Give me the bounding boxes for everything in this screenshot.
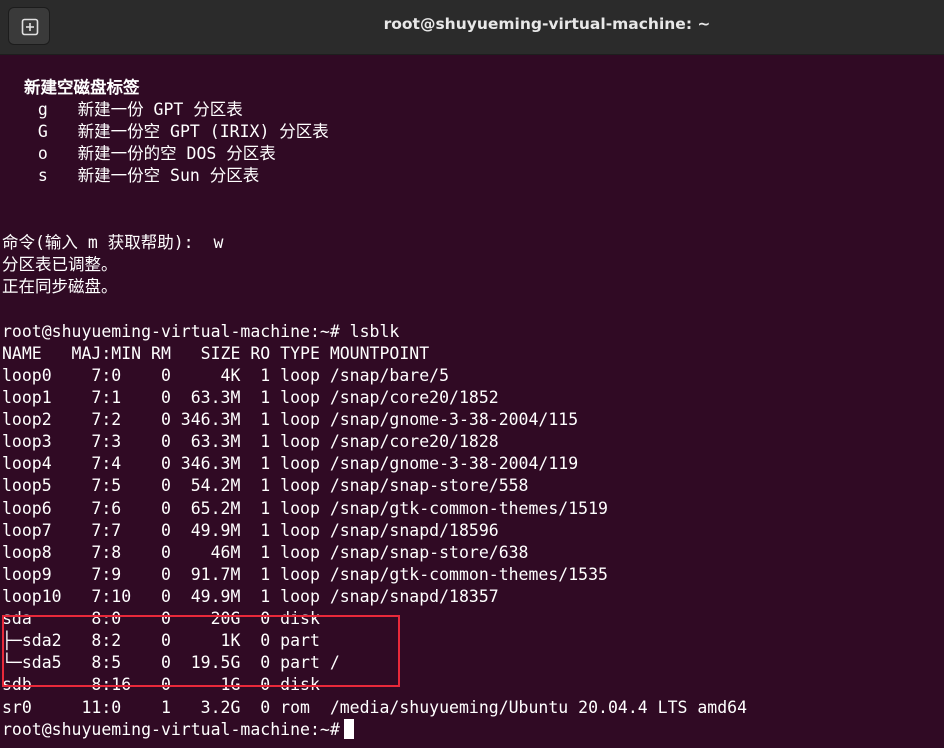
lsblk-row: loop2 7:2 0 346.3M 1 loop /snap/gnome-3-… <box>2 410 579 429</box>
text-cursor <box>343 719 354 739</box>
lsblk-row: loop1 7:1 0 63.3M 1 loop /snap/core20/18… <box>2 388 499 407</box>
menu-item-G: G 新建一份空 GPT (IRIX) 分区表 <box>18 122 329 141</box>
menu-item-s: s 新建一份空 Sun 分区表 <box>18 166 260 185</box>
lsblk-row-sr0: sr0 11:0 1 3.2G 0 rom /media/shuyueming/… <box>2 698 748 717</box>
command-prompt-line: 命令(输入 m 获取帮助): w <box>2 233 224 252</box>
lsblk-row: loop8 7:8 0 46M 1 loop /snap/snap-store/… <box>2 543 529 562</box>
lsblk-command-line: root@shuyueming-virtual-machine:~# lsblk <box>2 322 400 341</box>
lsblk-row: loop6 7:6 0 65.2M 1 loop /snap/gtk-commo… <box>2 499 608 518</box>
lsblk-row-sda: sda 8:0 0 20G 0 disk <box>2 609 320 628</box>
menu-header: 新建空磁盘标签 <box>24 78 140 97</box>
lsblk-row: loop9 7:9 0 91.7M 1 loop /snap/gtk-commo… <box>2 565 608 584</box>
lsblk-row: loop3 7:3 0 63.3M 1 loop /snap/core20/18… <box>2 432 499 451</box>
lsblk-row-sda2: ├─sda2 8:2 0 1K 0 part <box>2 631 320 650</box>
lsblk-row: loop5 7:5 0 54.2M 1 loop /snap/snap-stor… <box>2 476 529 495</box>
lsblk-row-sda5: └─sda5 8:5 0 19.5G 0 part / <box>2 653 340 672</box>
lsblk-row: loop10 7:10 0 49.9M 1 loop /snap/snapd/1… <box>2 587 499 606</box>
lsblk-header: NAME MAJ:MIN RM SIZE RO TYPE MOUNTPOINT <box>2 344 430 363</box>
lsblk-row: loop0 7:0 0 4K 1 loop /snap/bare/5 <box>2 366 450 385</box>
shell-prompt: root@shuyueming-virtual-machine:~# <box>2 720 340 739</box>
terminal-output[interactable]: 新建空磁盘标签 g 新建一份 GPT 分区表 G 新建一份空 GPT (IRIX… <box>0 55 944 748</box>
title-bar: root@shuyueming-virtual-machine: ~ <box>0 0 944 55</box>
menu-item-g: g 新建一份 GPT 分区表 <box>18 100 243 119</box>
msg-partition-adjusted: 分区表已调整。 <box>2 255 118 274</box>
msg-syncing-disks: 正在同步磁盘。 <box>2 277 118 296</box>
lsblk-row: loop4 7:4 0 346.3M 1 loop /snap/gnome-3-… <box>2 454 579 473</box>
lsblk-row-sdb: sdb 8:16 0 1G 0 disk <box>2 675 320 694</box>
window-title: root@shuyueming-virtual-machine: ~ <box>383 15 711 33</box>
lsblk-row: loop7 7:7 0 49.9M 1 loop /snap/snapd/185… <box>2 521 499 540</box>
final-prompt-line[interactable]: root@shuyueming-virtual-machine:~# <box>2 719 354 741</box>
menu-item-o: o 新建一份的空 DOS 分区表 <box>18 144 276 163</box>
